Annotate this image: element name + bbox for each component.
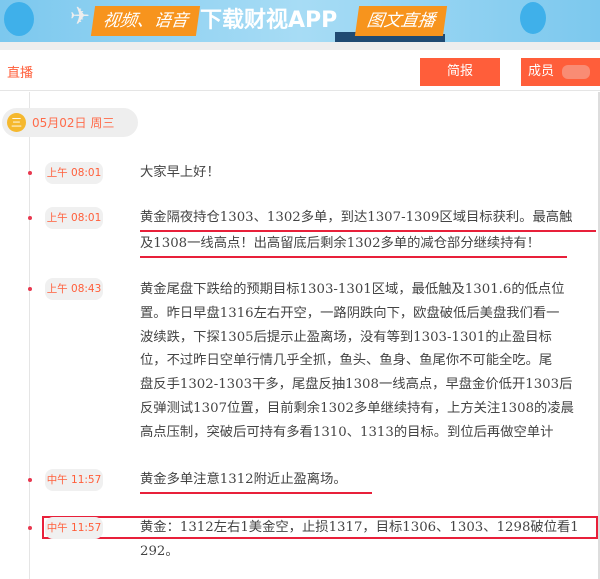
time-badge: 中午 11:57 xyxy=(45,469,103,491)
message-line: 波续跌，下探1305后提示止盈离场，没有等到1303-1301的止盈目标 xyxy=(140,329,552,345)
brief-button[interactable]: 简报 xyxy=(420,58,500,86)
message-line: 黄金尾盘下跌给的预期目标1303-1301区域，最低触及1301.6的低点位 xyxy=(140,282,565,297)
header: 直播 简报 成员 xyxy=(0,50,600,91)
timeline-dot xyxy=(28,287,32,291)
message-line: 黄金：1312左右1美金空，止损1317，目标1306、1303、1298破位看… xyxy=(140,520,579,535)
time-badge: 中午 11:57 xyxy=(45,517,103,539)
message-line: 大家早上好！ xyxy=(140,165,220,180)
message-text: 黄金尾盘下跌给的预期目标1303-1301区域，最低触及1301.6的低点位 置… xyxy=(140,278,600,445)
app-download-banner[interactable]: ✈ 视频、语音 下载财视APP 图文直播 xyxy=(0,0,600,42)
message-line: 置。昨日早盘1316左右开空，一路阴跌向下，欧盘破低后美盘我们看一 xyxy=(140,305,560,321)
member-count-badge xyxy=(562,64,591,79)
message-line: 黄金隔夜持仓1303、1302多单，到达1307-1309区域目标获利。最高触 xyxy=(140,206,596,232)
message-line: 位，不过昨日空单行情几乎全抓，鱼头、鱼身、鱼尾你不可能全吃。尾 xyxy=(140,353,553,369)
time-badge: 上午 08:01 xyxy=(45,207,103,229)
time-badge: 上午 08:43 xyxy=(45,278,103,300)
message-line: 高点压制，突破后可持有多看1310、1313的目标。到位后再做空单计 xyxy=(140,424,554,440)
message-text: 黄金：1312左右1美金空，止损1317，目标1306、1303、1298破位看… xyxy=(140,516,600,564)
divider xyxy=(0,42,600,50)
message-line: 盘反手1302-1303干多，尾盘反抽1308一线高点，早盘金价低开1303后 xyxy=(140,377,573,393)
message-text: 黄金隔夜持仓1303、1302多单，到达1307-1309区域目标获利。最高触 … xyxy=(140,206,600,258)
banner-title: 下载财视APP xyxy=(200,8,338,33)
timeline-dot xyxy=(28,171,32,175)
timeline-dot xyxy=(28,526,32,530)
members-button[interactable]: 成员 xyxy=(521,58,600,86)
members-label: 成员 xyxy=(528,64,555,79)
balloon-icon xyxy=(520,2,546,34)
date-pill: 三 05月02日 周三 xyxy=(2,108,138,137)
date-label: 05月02日 周三 xyxy=(32,116,115,130)
timeline-dot xyxy=(28,478,32,482)
banner-tag-left: 视频、语音 xyxy=(90,6,201,36)
message-line: 292。 xyxy=(140,543,179,559)
message-line: 黄金多单注意1312附近止盈离场。 xyxy=(140,468,372,494)
time-badge: 上午 08:01 xyxy=(45,162,103,184)
balloon-icon xyxy=(4,2,34,36)
timeline-dot xyxy=(28,216,32,220)
message-line: 反弹测试1307位置，目前剩余1302多单继续持有，上方关注1308的凌晨 xyxy=(140,400,574,416)
tab-live[interactable]: 直播 xyxy=(7,62,33,81)
menu-icon: 三 xyxy=(7,113,26,132)
timeline-line xyxy=(29,92,30,579)
banner-tag-right: 图文直播 xyxy=(354,6,448,36)
airplane-icon: ✈ xyxy=(70,2,91,30)
message-text: 黄金多单注意1312附近止盈离场。 xyxy=(134,468,372,494)
message-line: 及1308一线高点！出高留底后剩余1302多单的减仓部分继续持有！ xyxy=(140,232,567,258)
message-text: 大家早上好！ xyxy=(140,161,600,185)
